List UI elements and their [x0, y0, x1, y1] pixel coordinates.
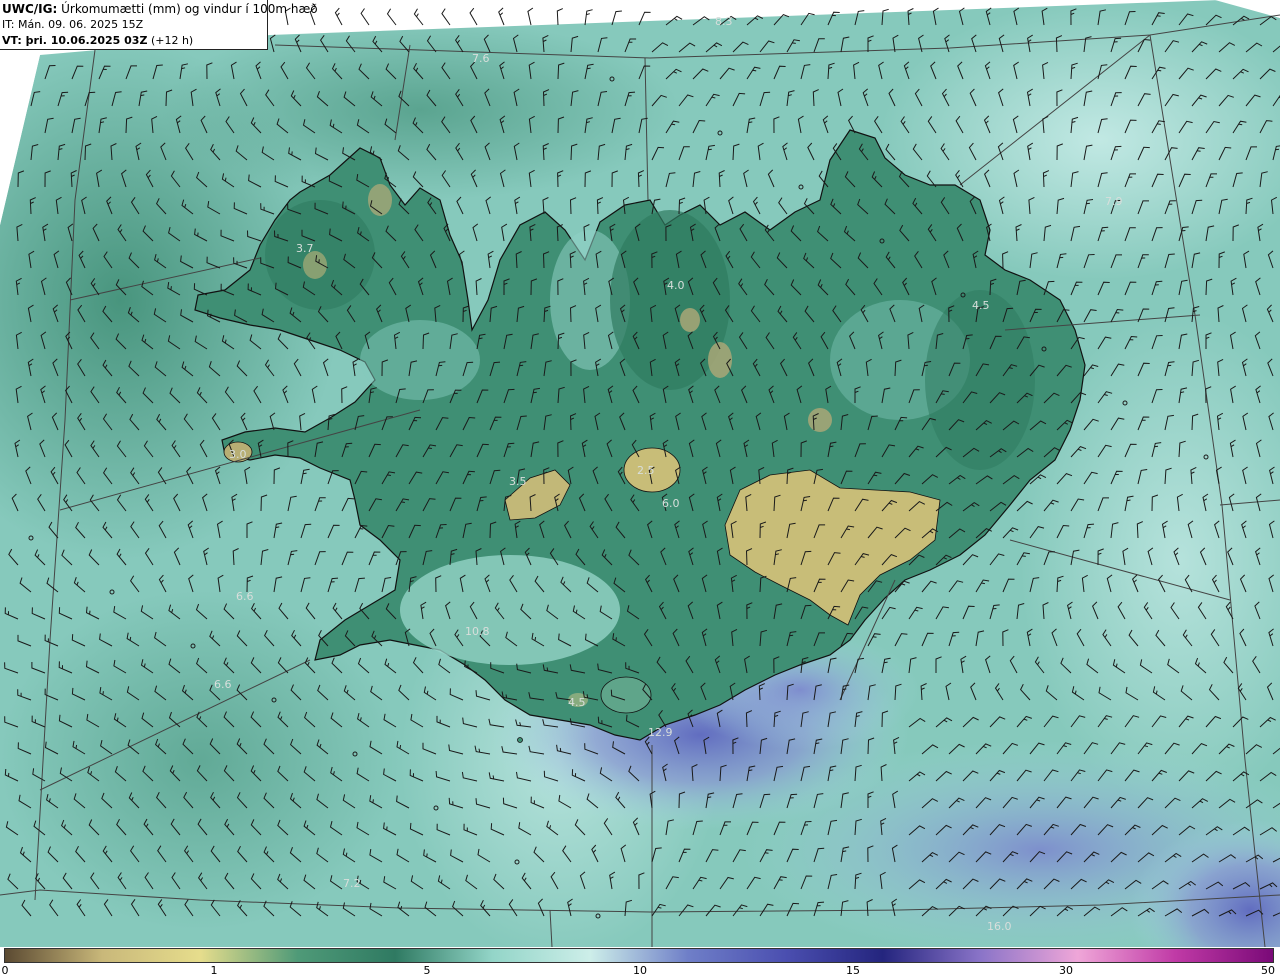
wind-barb — [498, 7, 505, 26]
map-value-label: 4.5 — [972, 299, 990, 312]
wind-barb — [360, 8, 370, 26]
wind-barb — [413, 8, 424, 26]
map-value-label: 3.7 — [296, 242, 314, 255]
colorbar-tick-15: 15 — [846, 964, 860, 977]
map-value-label: 12.9 — [648, 726, 673, 739]
map-value-label: 10.8 — [465, 625, 490, 638]
map-value-label: 3.5 — [509, 475, 527, 488]
map-value-label: 6.0 — [662, 497, 680, 510]
map-value-label: 7.6 — [472, 52, 490, 65]
valid-time: þri. 10.06.2025 03Z — [21, 34, 148, 47]
product-title: Úrkomumætti (mm) og vindur í 100m hæð — [57, 2, 318, 16]
colorbar-tick-5: 5 — [423, 964, 431, 977]
wind-barb — [386, 8, 397, 26]
model-name: UWC/IG: — [2, 2, 58, 16]
ridge-east — [925, 290, 1035, 470]
wind-barb — [441, 8, 451, 26]
wind-barb — [584, 9, 593, 26]
wind-barb — [469, 7, 478, 26]
colorbar-tick-10: 10 — [633, 964, 647, 977]
colorbar-tick-labels: 0 1 5 10 15 30 50 — [0, 964, 1280, 978]
map-panel[interactable]: 8.3 7.6 7.9 3.7 4.0 4.5 3.0 3.5 2.5 6.0 … — [0, 0, 1280, 947]
island-vestmannaeyjar — [517, 737, 523, 743]
colorbar-gradient — [4, 948, 1274, 963]
map-value-label: 3.0 — [229, 448, 247, 461]
valid-time-line: VT: þri. 10.06.2025 03Z (+12 h) — [2, 33, 267, 49]
lowland-west — [360, 320, 480, 400]
map-value-label: 8.3 — [715, 15, 733, 28]
glacier-east-1 — [808, 408, 832, 432]
map-value-label: 2.5 — [637, 464, 655, 477]
map-value-label: 16.0 — [987, 920, 1012, 933]
colorbar-tick-0: 0 — [1, 964, 9, 977]
map-value-label: 6.6 — [214, 678, 232, 691]
glacier-drangajokull — [368, 184, 392, 216]
forecast-info-box: UWC/IG: Úrkomumætti (mm) og vindur í 100… — [0, 0, 318, 50]
wind-barb — [334, 7, 343, 26]
glacier-myrdalsjokull — [600, 676, 652, 714]
wind-barb — [527, 7, 534, 26]
map-value-label: 6.6 — [236, 590, 254, 603]
wind-barb — [556, 8, 563, 26]
precipitation-colorbar: 0 1 5 10 15 30 50 — [0, 947, 1280, 978]
glacier-north-2 — [680, 308, 700, 332]
map-value-label: 7.2 — [343, 877, 361, 890]
valid-time-label: VT: — [2, 34, 22, 47]
map-value-label: 4.5 — [568, 696, 586, 709]
glacier-north-1 — [708, 342, 732, 378]
lowland-south — [400, 555, 620, 665]
title-line: UWC/IG: Úrkomumætti (mm) og vindur í 100… — [2, 1, 318, 17]
colorbar-tick-30: 30 — [1059, 964, 1073, 977]
colorbar-tick-50: 50 — [1261, 964, 1275, 977]
initial-time: IT: Mán. 09. 06. 2025 15Z — [2, 18, 144, 31]
map-value-label: 7.9 — [1105, 195, 1123, 208]
map-value-label: 4.0 — [667, 279, 685, 292]
colorbar-tick-1: 1 — [210, 964, 218, 977]
precipitation-wind-map[interactable]: 8.3 7.6 7.9 3.7 4.0 4.5 3.0 3.5 2.5 6.0 … — [0, 0, 1280, 947]
forecast-offset: (+12 h) — [150, 34, 194, 47]
